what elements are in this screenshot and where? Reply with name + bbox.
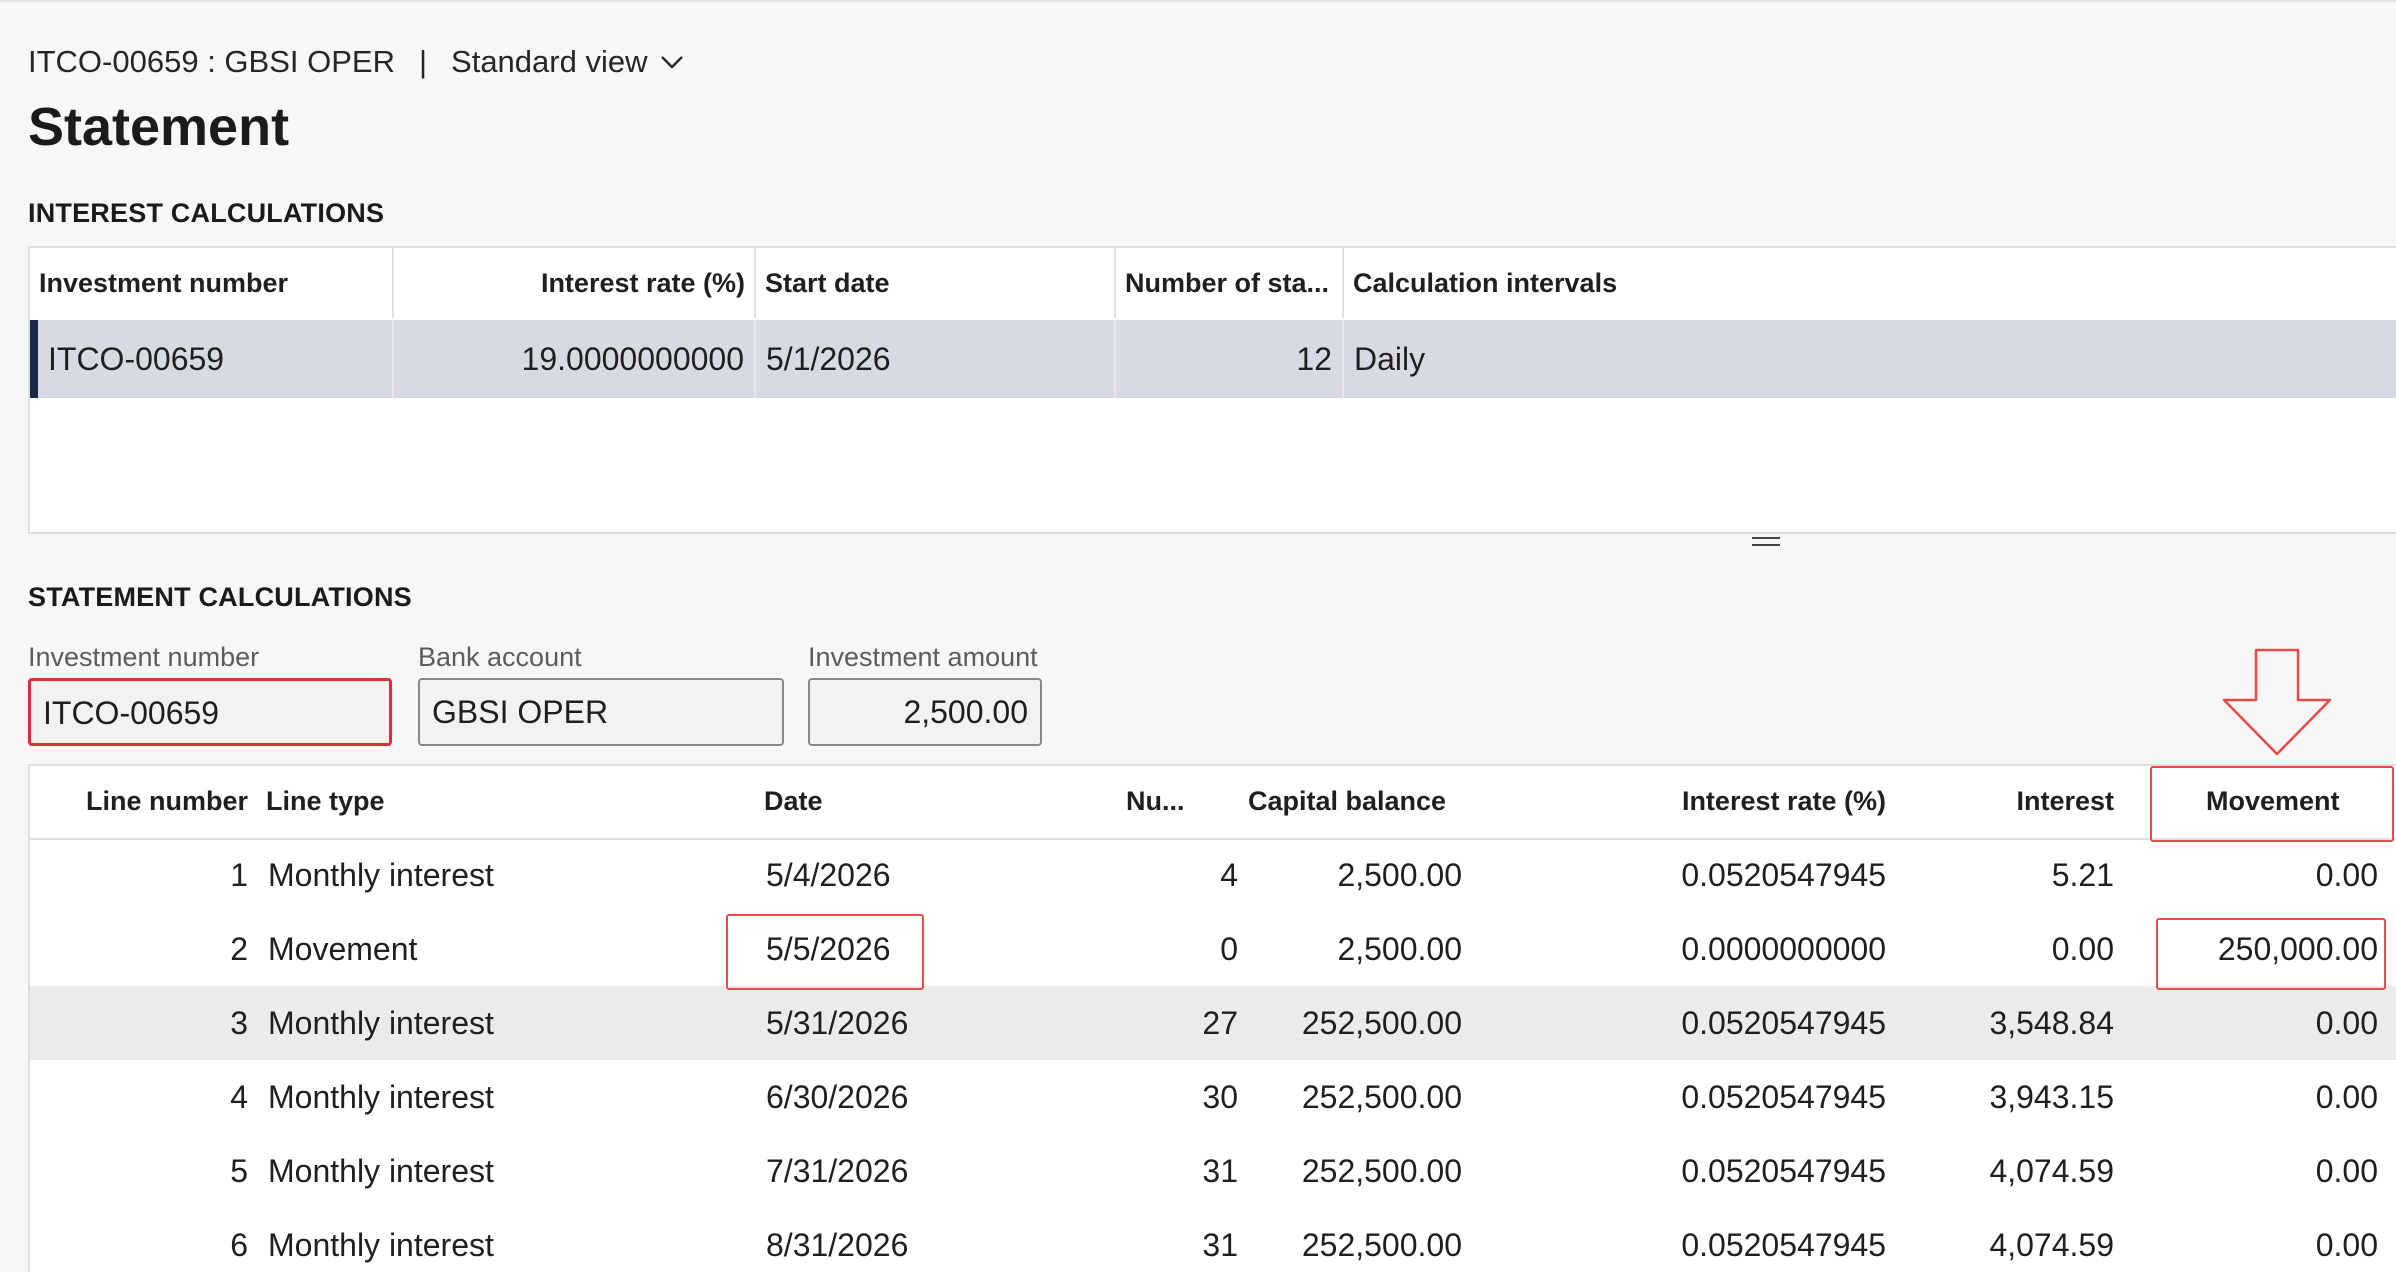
cell-line-type[interactable]: Monthly interest xyxy=(268,1134,668,1208)
column-header-interest-rate[interactable]: Interest rate (%) xyxy=(394,248,756,318)
view-selector[interactable]: Standard view xyxy=(451,44,685,80)
view-name: Standard view xyxy=(451,44,648,79)
cell-interest-rate[interactable]: 0.0520547945 xyxy=(1630,1134,1886,1208)
cell-interest[interactable]: 5.21 xyxy=(1930,838,2114,912)
cell-interest-rate[interactable]: 0.0520547945 xyxy=(1630,838,1886,912)
cell-interest[interactable]: 0.00 xyxy=(1930,912,2114,986)
cell-interest[interactable]: 3,548.84 xyxy=(1930,986,2114,1060)
column-header-line-number[interactable]: Line number xyxy=(30,766,248,836)
cell-capital-balance[interactable]: 252,500.00 xyxy=(1248,986,1462,1060)
investment-amount-field[interactable]: 2,500.00 xyxy=(808,678,1042,746)
cell-line-number[interactable]: 4 xyxy=(30,1060,248,1134)
chevron-down-icon xyxy=(661,56,684,69)
cell-line-number[interactable]: 1 xyxy=(30,838,248,912)
cell-number-of-days[interactable]: 31 xyxy=(1126,1134,1238,1208)
cell-movement[interactable]: 0.00 xyxy=(2180,838,2378,912)
column-header-start-date[interactable]: Start date xyxy=(756,248,1116,318)
column-header-date[interactable]: Date xyxy=(764,766,964,836)
table-row[interactable]: 2 Movement 5/5/2026 0 2,500.00 0.0000000000 0.… xyxy=(30,912,2396,986)
cell-line-type[interactable]: Monthly interest xyxy=(268,1060,668,1134)
cell-capital-balance[interactable]: 252,500.00 xyxy=(1248,1134,1462,1208)
interest-calculations-grid: Investment number Interest rate (%) Star… xyxy=(28,246,2396,534)
cell-movement[interactable]: 0.00 xyxy=(2180,1208,2378,1272)
cell-capital-balance[interactable]: 2,500.00 xyxy=(1248,838,1462,912)
cell-capital-balance[interactable]: 252,500.00 xyxy=(1248,1208,1462,1272)
column-header-capital-balance[interactable]: Capital balance xyxy=(1248,766,1488,836)
cell-line-type[interactable]: Monthly interest xyxy=(268,1208,668,1272)
investment-amount-label: Investment amount xyxy=(808,642,1038,672)
movement-value-highlight xyxy=(2156,918,2386,990)
splitter-handle-icon[interactable] xyxy=(1752,537,1780,551)
cell-investment-number[interactable]: ITCO-00659 xyxy=(38,320,394,398)
cell-line-type[interactable]: Movement xyxy=(268,912,668,986)
record-title: ITCO-00659 : GBSI OPER xyxy=(28,44,395,79)
cell-date[interactable]: 5/31/2026 xyxy=(766,986,986,1060)
cell-capital-balance[interactable]: 252,500.00 xyxy=(1248,1060,1462,1134)
statement-calculations-title: STATEMENT CALCULATIONS xyxy=(28,582,412,612)
cell-capital-balance[interactable]: 2,500.00 xyxy=(1248,912,1462,986)
cell-interest[interactable]: 3,943.15 xyxy=(1930,1060,2114,1134)
cell-date[interactable]: 7/31/2026 xyxy=(766,1134,986,1208)
column-header-line-type[interactable]: Line type xyxy=(266,766,566,836)
cell-interest-rate[interactable]: 0.0000000000 xyxy=(1630,912,1886,986)
cell-number-of-days[interactable]: 30 xyxy=(1126,1060,1238,1134)
cell-number-of-days[interactable]: 31 xyxy=(1126,1208,1238,1272)
table-row[interactable]: 1 Monthly interest 5/4/2026 4 2,500.00 0.0520… xyxy=(30,838,2396,912)
column-header-calculation-intervals[interactable]: Calculation intervals xyxy=(1344,248,2396,318)
cell-number-of-days[interactable]: 4 xyxy=(1126,838,1238,912)
cell-start-date[interactable]: 5/1/2026 xyxy=(756,320,1116,398)
grid-header: Line number Line type Date Nu... Capital… xyxy=(30,766,2396,840)
breadcrumb: ITCO-00659 : GBSI OPER | Standard view xyxy=(28,44,685,80)
grid-header: Investment number Interest rate (%) Star… xyxy=(30,248,2396,322)
cell-number-of-days[interactable]: 0 xyxy=(1126,912,1238,986)
column-header-interest-rate[interactable]: Interest rate (%) xyxy=(1630,766,1886,836)
cell-interest-rate[interactable]: 0.0520547945 xyxy=(1630,1208,1886,1272)
column-header-number-of-statements[interactable]: Number of sta... xyxy=(1116,248,1344,318)
column-header-interest[interactable]: Interest xyxy=(1930,766,2114,836)
table-row[interactable]: 3 Monthly interest 5/31/2026 27 252,500.00 0.… xyxy=(30,986,2396,1060)
cell-line-type[interactable]: Monthly interest xyxy=(268,838,668,912)
cell-interest[interactable]: 4,074.59 xyxy=(1930,1134,2114,1208)
table-row-selected[interactable]: ITCO-00659 19.0000000000 5/1/2026 12 Dai… xyxy=(30,320,2396,398)
cell-interest-rate[interactable]: 0.0520547945 xyxy=(1630,1060,1886,1134)
cell-date[interactable]: 5/4/2026 xyxy=(766,838,986,912)
cell-number-of-statements[interactable]: 12 xyxy=(1116,320,1344,398)
bank-account-label: Bank account xyxy=(418,642,582,672)
investment-number-field[interactable]: ITCO-00659 xyxy=(28,678,392,746)
movement-header-highlight xyxy=(2150,766,2394,842)
bank-account-field[interactable]: GBSI OPER xyxy=(418,678,784,746)
cell-line-type[interactable]: Monthly interest xyxy=(268,986,668,1060)
selected-row-marker xyxy=(30,320,38,398)
cell-line-number[interactable]: 2 xyxy=(30,912,248,986)
cell-calculation-intervals[interactable]: Daily xyxy=(1344,320,2396,398)
cell-number-of-days[interactable]: 27 xyxy=(1126,986,1238,1060)
red-down-arrow-icon xyxy=(2222,648,2332,756)
cell-date[interactable]: 8/31/2026 xyxy=(766,1208,986,1272)
table-row[interactable]: 6 Monthly interest 8/31/2026 31 252,500.00 0.… xyxy=(30,1208,2396,1272)
cell-line-number[interactable]: 5 xyxy=(30,1134,248,1208)
cell-interest-rate[interactable]: 0.0520547945 xyxy=(1630,986,1886,1060)
column-header-number-of-days[interactable]: Nu... xyxy=(1126,766,1216,836)
breadcrumb-separator: | xyxy=(418,44,428,79)
interest-calculations-title: INTEREST CALCULATIONS xyxy=(28,198,385,228)
cell-line-number[interactable]: 6 xyxy=(30,1208,248,1272)
top-border xyxy=(0,0,2396,2)
page-title: Statement xyxy=(28,97,290,157)
movement-date-highlight xyxy=(726,914,924,990)
column-header-investment-number[interactable]: Investment number xyxy=(30,248,394,318)
cell-line-number[interactable]: 3 xyxy=(30,986,248,1060)
cell-interest-rate[interactable]: 19.0000000000 xyxy=(394,320,756,398)
investment-number-label: Investment number xyxy=(28,642,260,672)
table-row[interactable]: 4 Monthly interest 6/30/2026 30 252,500.00 0.… xyxy=(30,1060,2396,1134)
cell-date[interactable]: 6/30/2026 xyxy=(766,1060,986,1134)
statement-lines-grid: Line number Line type Date Nu... Capital… xyxy=(28,764,2396,1272)
cell-movement[interactable]: 0.00 xyxy=(2180,986,2378,1060)
cell-movement[interactable]: 0.00 xyxy=(2180,1060,2378,1134)
cell-movement[interactable]: 0.00 xyxy=(2180,1134,2378,1208)
table-row[interactable]: 5 Monthly interest 7/31/2026 31 252,500.00 0.… xyxy=(30,1134,2396,1208)
cell-interest[interactable]: 4,074.59 xyxy=(1930,1208,2114,1272)
